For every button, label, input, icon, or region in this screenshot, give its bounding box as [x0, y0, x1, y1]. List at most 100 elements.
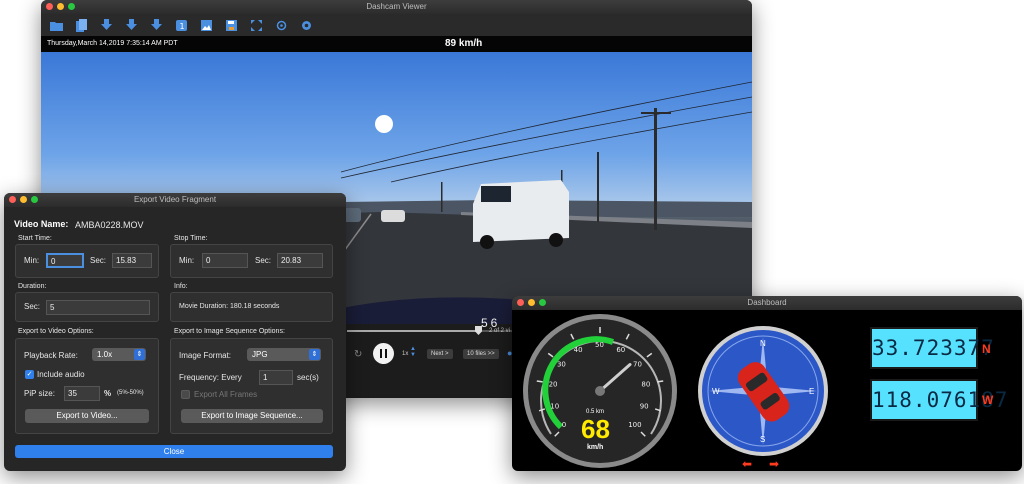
compass-s-label: S [760, 435, 765, 444]
stop-time-panel: Min: 0 Sec: 20.83 [170, 244, 333, 278]
gauge-tick-label: 20 [549, 381, 558, 389]
minimize-window-button[interactable] [57, 3, 64, 10]
info-label: Info: [174, 283, 188, 290]
export-to-video-button[interactable]: Export to Video... [25, 409, 149, 423]
settings-icon[interactable] [299, 18, 313, 32]
viewer-toolbar: 1 [41, 14, 752, 36]
video-options-label: Export to Video Options: [18, 328, 94, 335]
longitude-display: 118.076187 [870, 379, 1007, 421]
export-titlebar: Export Video Fragment [4, 193, 346, 207]
gauge-tick-label: 100 [628, 421, 641, 429]
minimize-window-button[interactable] [528, 299, 535, 306]
viewer-titlebar: Dashcam Viewer [41, 0, 752, 14]
download-icon[interactable] [99, 18, 113, 32]
close-window-button[interactable] [517, 299, 524, 306]
dashboard-window: Dashboard 0 10 20 30 40 50 60 70 80 90 100 0.5 km … [512, 296, 1022, 471]
close-window-button[interactable] [46, 3, 53, 10]
playback-rate-select[interactable]: 1.0x ⇕ [92, 348, 146, 361]
zoom-window-button[interactable] [31, 196, 38, 203]
start-min-input[interactable]: 0 [46, 253, 84, 268]
gauge-tick-label: 10 [550, 403, 559, 411]
pip-unit-label: % [104, 389, 112, 398]
pip-size-input[interactable]: 35 [64, 386, 100, 401]
next-files-button[interactable]: 10 files >> [463, 349, 499, 359]
save-icon[interactable] [224, 18, 238, 32]
movie-duration-text: Movie Duration: 180.18 seconds [179, 303, 280, 310]
viewer-title: Dashcam Viewer [366, 2, 427, 11]
number-one-icon[interactable]: 1 [174, 18, 188, 32]
export-title: Export Video Fragment [133, 195, 217, 204]
frequency-input[interactable]: 1 [259, 370, 293, 385]
dashboard-titlebar: Dashboard [512, 296, 1022, 310]
clip-counter: 2 of 2 vi [489, 328, 511, 334]
gauge-tick-label: 30 [557, 360, 566, 368]
rate-stepper-icon[interactable]: ▲ ▼ [410, 346, 416, 358]
close-window-button[interactable] [9, 196, 16, 203]
info-panel: Movie Duration: 180.18 seconds [170, 292, 333, 322]
duration-input[interactable]: 5 [46, 300, 150, 315]
stop-min-input[interactable]: 0 [202, 253, 248, 268]
pip-size-label: PiP size: [24, 389, 55, 398]
start-time-panel: Min: 0 Sec: 15.83 [15, 244, 159, 278]
target-icon[interactable] [274, 18, 288, 32]
rewind-icon[interactable]: ↻ [354, 349, 362, 360]
image-format-label: Image Format: [179, 351, 232, 360]
playback-rate-label: Playback Rate: [24, 351, 78, 360]
export-all-frames-label: Export All Frames [194, 390, 258, 399]
previous-arrow-icon[interactable]: ⬅ [742, 457, 752, 471]
gauge-tick-label: 70 [633, 360, 642, 368]
speed-value: 68 [581, 414, 610, 444]
minimize-window-button[interactable] [20, 196, 27, 203]
include-audio-label: Include audio [37, 370, 85, 379]
pause-button[interactable] [373, 343, 394, 364]
next-arrow-icon[interactable]: ➡ [769, 457, 779, 471]
zoom-window-button[interactable] [68, 3, 75, 10]
next-button[interactable]: Next > [427, 349, 453, 359]
image-format-select[interactable]: JPG ⇕ [247, 348, 321, 361]
frequency-label: Frequency: Every [179, 373, 242, 382]
gauge-tick-label: 40 [574, 346, 583, 354]
video-name-value: AMBA0228.MOV [75, 220, 144, 230]
zoom-window-button[interactable] [539, 299, 546, 306]
stop-sec-input[interactable]: 20.83 [277, 253, 323, 268]
playback-rate-value: 1.0x [97, 350, 113, 359]
video-overlay-bar: Thursday,March 14,2019 7:35:14 AM PDT 89… [41, 36, 752, 52]
download-all-icon[interactable] [124, 18, 138, 32]
close-button[interactable]: Close [15, 445, 333, 458]
pip-range-label: (5%-50%) [117, 390, 144, 396]
compass-n-label: N [760, 339, 766, 348]
gauge-tick [657, 380, 664, 383]
latitude-display: 33.723377 [870, 327, 994, 369]
start-sec-label: Sec: [90, 256, 107, 265]
start-time-label: Start Time: [18, 235, 52, 242]
export-to-image-sequence-button[interactable]: Export to Image Sequence... [181, 409, 323, 423]
image-format-value: JPG [252, 350, 268, 359]
overlay-speed: 89 km/h [445, 38, 483, 49]
gauge-tick [536, 380, 543, 383]
stop-min-label: Min: [179, 256, 195, 265]
gauge-tick-label: 90 [640, 403, 649, 411]
rate-label[interactable]: 1x [402, 351, 408, 357]
export-all-frames-checkbox[interactable] [181, 390, 190, 399]
compass-w-label: W [712, 387, 720, 396]
gauge-tick-label: 80 [641, 381, 650, 389]
image-options-label: Export to Image Sequence Options: [174, 328, 285, 335]
duration-sec-label: Sec: [24, 302, 41, 311]
include-audio-checkbox[interactable]: ✓ [25, 370, 34, 379]
compass-e-label: E [809, 387, 814, 396]
open-folder-icon[interactable] [49, 18, 63, 32]
gauge-tick-label: 50 [595, 341, 604, 349]
stop-time-label: Stop Time: [174, 235, 208, 242]
frequency-unit-label: sec(s) [297, 373, 319, 382]
image-icon[interactable] [199, 18, 213, 32]
dashboard-title: Dashboard [747, 298, 787, 307]
svg-text:1: 1 [179, 22, 184, 31]
export-video-fragment-dialog: Export Video Fragment Video Name: AMBA02… [4, 193, 346, 471]
select-arrows-icon: ⇕ [134, 349, 145, 360]
start-sec-input[interactable]: 15.83 [112, 253, 152, 268]
export-icon[interactable] [149, 18, 163, 32]
stop-sec-label: Sec: [255, 256, 272, 265]
expand-icon[interactable] [249, 18, 263, 32]
open-files-icon[interactable] [74, 18, 88, 32]
start-min-label: Min: [24, 256, 40, 265]
